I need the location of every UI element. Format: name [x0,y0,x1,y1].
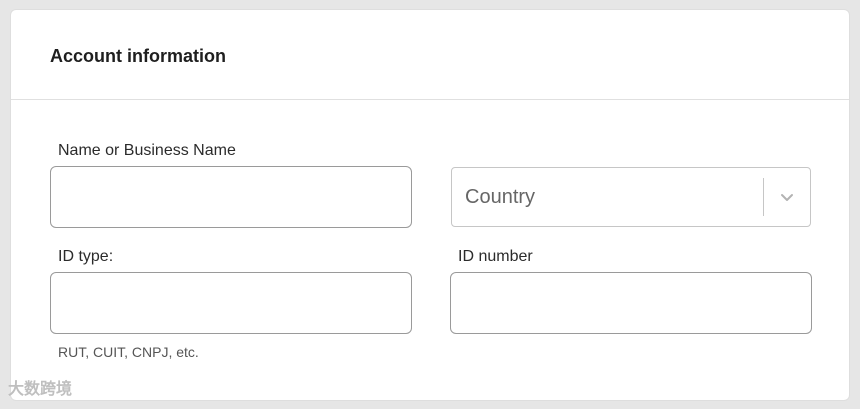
card-title: Account information [50,46,226,66]
id-number-input[interactable] [450,272,812,334]
name-input[interactable] [50,166,412,228]
country-select[interactable]: Country [451,167,811,227]
chevron-down-icon[interactable] [778,188,796,206]
card-header: Account information [11,10,849,100]
watermark-text: 大数跨境 [8,381,73,398]
watermark-logo: 大数跨境 [8,380,72,400]
id-type-hint: RUT, CUIT, CNPJ, etc. [58,344,199,360]
select-divider [763,178,764,216]
country-select-value: Country [465,186,536,208]
name-label: Name or Business Name [58,142,236,159]
id-type-label: ID type: [58,248,114,265]
id-number-label: ID number [458,248,533,265]
id-type-input[interactable] [50,272,412,334]
account-information-card: Account information Name or Business Nam… [10,9,850,401]
